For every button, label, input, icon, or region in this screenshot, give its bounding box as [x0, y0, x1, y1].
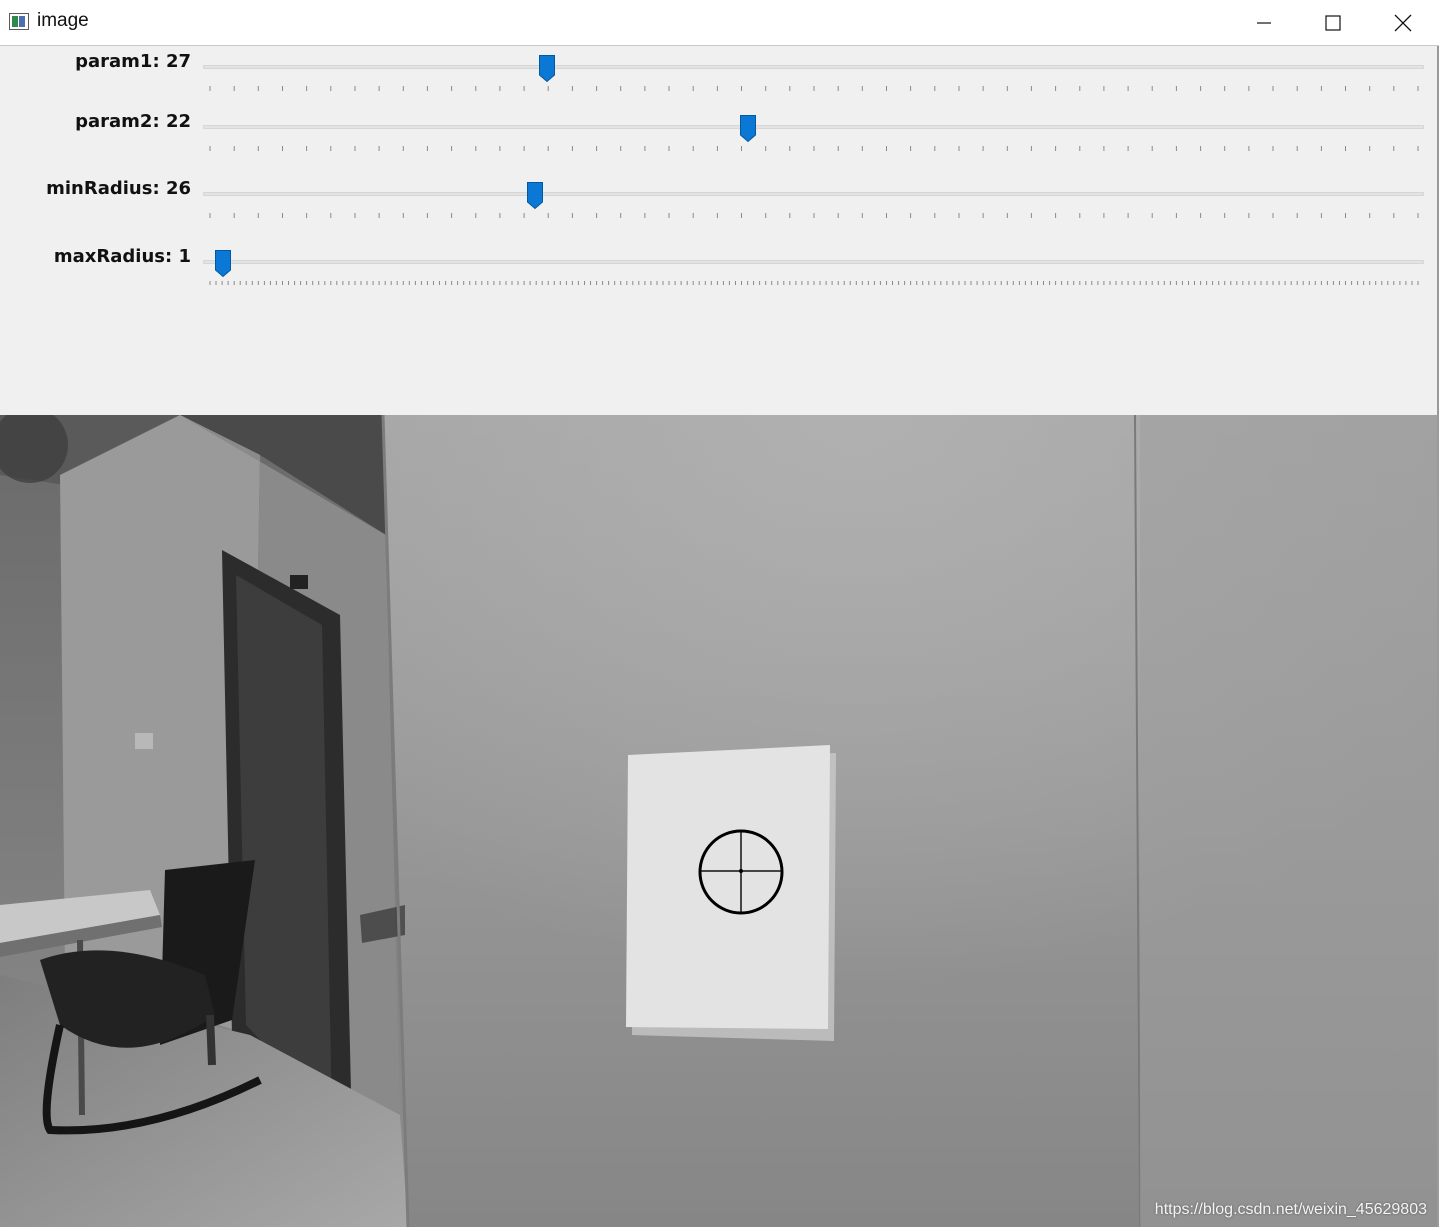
watermark-text: https://blog.csdn.net/weixin_45629803 — [1154, 1201, 1427, 1218]
grayscale-camera-frame — [0, 415, 1437, 1227]
close-button[interactable] — [1368, 0, 1438, 45]
camera-image: https://blog.csdn.net/weixin_45629803 — [0, 415, 1437, 1227]
trackbar-minRadius: minRadius: 26 — [0, 174, 1437, 234]
opencv-window: image param1: 27 param2: 22 minRadius: 2… — [0, 0, 1439, 1231]
trackbar-groove[interactable] — [203, 260, 1424, 264]
trackbar-param2: param2: 22 — [0, 107, 1437, 167]
trackbar-panel: param1: 27 param2: 22 minRadius: 26 maxR… — [0, 46, 1437, 415]
trackbar-thumb[interactable] — [214, 249, 232, 278]
slider-thumb-icon — [539, 55, 556, 83]
trackbar-groove[interactable] — [203, 65, 1424, 69]
trackbar-groove[interactable] — [203, 192, 1424, 196]
bottom-strip — [0, 1227, 1441, 1231]
trackbar-ticks — [209, 281, 1419, 285]
trackbar-maxRadius: maxRadius: 1 — [0, 242, 1437, 302]
trackbar-thumb[interactable] — [538, 54, 556, 83]
trackbar-groove[interactable] — [203, 125, 1424, 129]
minimize-button[interactable] — [1229, 0, 1299, 45]
maximize-icon — [1325, 14, 1341, 31]
window-title: image — [37, 10, 89, 31]
trackbar-param1: param1: 27 — [0, 47, 1437, 107]
trackbar-ticks — [209, 213, 1419, 218]
opencv-window-icon — [9, 13, 29, 30]
slider-thumb-icon — [739, 115, 756, 143]
close-icon — [1394, 14, 1412, 31]
title-bar[interactable]: image — [0, 0, 1439, 46]
slider-thumb-icon — [527, 182, 544, 210]
trackbar-ticks — [209, 146, 1419, 151]
trackbar-thumb[interactable] — [739, 114, 757, 143]
trackbar-label: minRadius: 26 — [46, 178, 191, 199]
trackbar-label: param2: 22 — [75, 111, 191, 132]
minimize-icon — [1257, 21, 1271, 24]
maximize-button[interactable] — [1298, 0, 1368, 45]
trackbar-thumb[interactable] — [526, 181, 544, 210]
trackbar-ticks — [209, 86, 1419, 91]
trackbar-label: maxRadius: 1 — [53, 246, 191, 267]
slider-thumb-icon — [215, 250, 231, 278]
trackbar-label: param1: 27 — [75, 51, 191, 72]
